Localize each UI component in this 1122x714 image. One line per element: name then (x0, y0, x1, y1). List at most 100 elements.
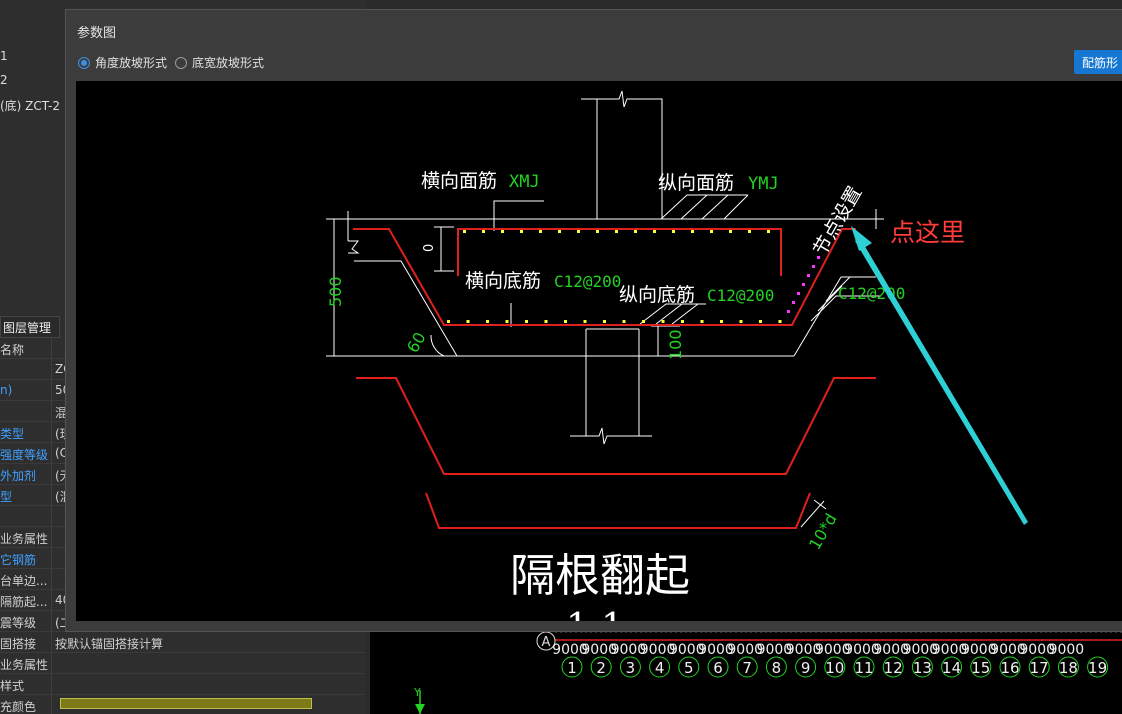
rebar-dot (642, 320, 645, 323)
column-divider (51, 653, 52, 673)
tree-item[interactable]: 1 (0, 49, 8, 63)
label-ymj-cn: 纵向面筋 (658, 172, 734, 194)
grid-axis-number: 18 (1059, 659, 1078, 677)
label-xdj-cn: 横向底筋 (465, 270, 541, 292)
grid-dimension: 9000 (1049, 642, 1085, 658)
dialog-title: 参数图 (77, 26, 117, 41)
property-name: 型 (0, 490, 13, 504)
column-divider (51, 506, 52, 526)
column-divider (51, 443, 52, 463)
column-divider (51, 359, 52, 379)
radio-unselected-icon[interactable] (175, 56, 188, 69)
label-ymj-code: YMJ (748, 174, 779, 194)
grid-axis-number: 4 (655, 659, 665, 677)
rebar-dot (558, 230, 561, 233)
property-name: 固搭接 (0, 637, 37, 651)
property-name: 业务属性 (0, 658, 49, 672)
axis-label-a: A (542, 635, 551, 650)
radio-bottom-label: 底宽放坡形式 (192, 56, 265, 70)
grid-axis-number: 9 (801, 659, 811, 677)
property-value[interactable]: 按默认锚固搭接计算 (55, 635, 163, 652)
app-window: 1 2 (底) ZCT-2 图层管理 名称 ZC n) 50 混类型 (现 强度等级 (C 外… (0, 0, 1122, 714)
section-label: 1-1 (566, 607, 624, 621)
grid-axis-number: 8 (772, 659, 782, 677)
cad-canvas-background[interactable]: A 9000 9000 9000 9000 9000 9000 9000 9000 9000 90… (370, 620, 1122, 714)
rebar-dot (710, 230, 713, 233)
grid-axis-number: 15 (971, 659, 990, 677)
rebar-dot (748, 230, 751, 233)
property-name: 震等级 (0, 616, 37, 630)
property-name: n) (0, 383, 13, 397)
grid-axis-number: 16 (1000, 659, 1019, 677)
tree-item[interactable]: 2 (0, 73, 8, 87)
column-divider (51, 632, 52, 652)
column-divider (51, 464, 52, 484)
rebar-dot (539, 230, 542, 233)
radio-angle-slope[interactable]: 角度放坡形式 (78, 54, 167, 71)
grid-axis-number: 12 (884, 659, 903, 677)
grid-axis-number: 2 (596, 659, 606, 677)
radio-selected-icon[interactable] (78, 56, 90, 69)
rebar-dot (486, 320, 489, 323)
column-divider (51, 485, 52, 505)
rebar-config-button[interactable]: 配筋形 (1074, 50, 1122, 74)
rebar-dot (661, 320, 665, 323)
radio-bottom-width-slope[interactable]: 底宽放坡形式 (175, 54, 264, 71)
dim-60: 60 (403, 329, 430, 356)
fill-color-swatch[interactable] (60, 698, 312, 709)
label-ydj-cn: 纵向底筋 (619, 284, 695, 306)
rebar-dot (622, 320, 626, 323)
property-name: 业务属性 (0, 532, 49, 546)
pile-cap-section-drawing: 横向面筋 XMJ 纵向面筋 YMJ 横向底筋 C12@200 纵向底筋 C12@… (326, 90, 1028, 621)
property-name: 样式 (0, 679, 25, 693)
column-divider (51, 548, 52, 568)
property-row[interactable]: 样式 (0, 674, 365, 695)
node-setting-link[interactable]: 节点设置 (809, 183, 866, 260)
property-row[interactable]: 业务属性 (0, 653, 365, 674)
rebar-dot (778, 320, 782, 323)
property-name: 类型 (0, 427, 25, 441)
dim-zero: 0 (422, 244, 437, 252)
label-xmj-cn: 横向面筋 (421, 170, 497, 192)
rebar-dot (739, 320, 743, 323)
rebar-dot (615, 230, 618, 233)
y-axis-label: Y (413, 686, 421, 699)
property-name: 隔筋起... (0, 595, 48, 609)
dim-100: 100 (666, 329, 685, 360)
radio-angle-label: 角度放坡形式 (95, 56, 168, 70)
arrow-icon (851, 226, 1028, 525)
tab-layer-management[interactable]: 图层管理 (0, 316, 60, 338)
rebar-dot (482, 230, 485, 233)
rebar-dot (583, 320, 587, 323)
rebar-dot (729, 230, 732, 233)
annotation-click-here: 点这里 (890, 218, 965, 247)
rebar-dot (603, 320, 606, 323)
column-divider (51, 338, 52, 358)
rebar-dot (544, 320, 548, 323)
grid-axis-number: 17 (1030, 659, 1049, 677)
column-divider (51, 674, 52, 694)
rebar-dot (672, 230, 675, 233)
grid-axis-number: 11 (854, 659, 873, 677)
property-row[interactable]: 固搭接 按默认锚固搭接计算 (0, 632, 365, 653)
tree-item[interactable]: (底) ZCT-2 (0, 97, 60, 114)
grid-axis-number: 10 (825, 659, 844, 677)
column-divider (51, 569, 52, 589)
rebar-dot (700, 320, 704, 323)
property-row[interactable]: 充颜色 (0, 695, 365, 714)
column-divider (51, 422, 52, 442)
rebar-dot (564, 320, 567, 323)
rebar-dot (681, 320, 684, 323)
property-name: 它钢筋 (0, 553, 37, 567)
rebar-dot (463, 230, 466, 233)
grid-axis-number: 19 (1088, 659, 1107, 677)
rebar-dot (691, 230, 694, 233)
big-title: 隔根翻起 (510, 549, 690, 602)
rebar-dot (759, 320, 762, 323)
rebar-dot (596, 230, 599, 233)
grid-axis-number: 6 (713, 659, 723, 677)
grid-axis-number: 7 (742, 659, 752, 677)
column-divider (51, 590, 52, 610)
label-xdj-code: C12@200 (554, 272, 621, 291)
rebar-dot (577, 230, 580, 233)
